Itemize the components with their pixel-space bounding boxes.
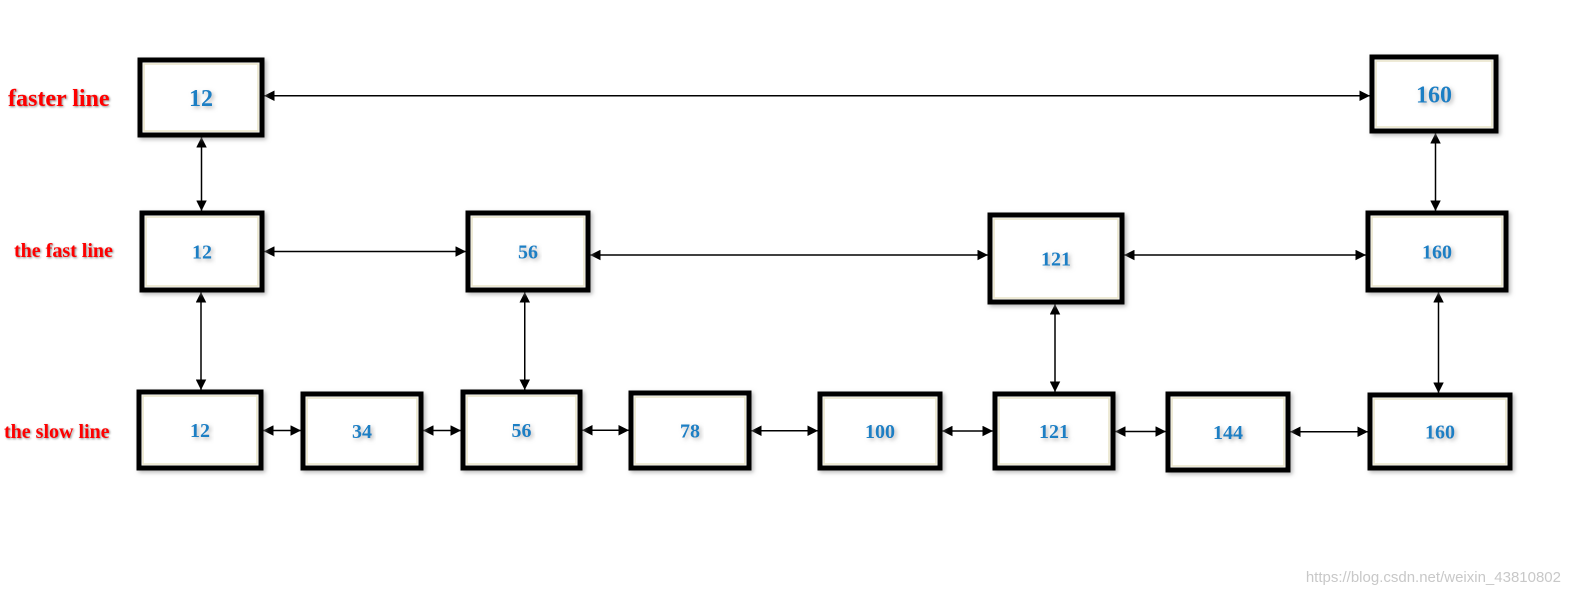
watermark: https://blog.csdn.net/weixin_43810802 [1305, 569, 1561, 586]
node-value: 12 [192, 242, 212, 264]
node-12: 12 [136, 389, 264, 471]
node-100: 100 [817, 391, 943, 471]
node-34: 34 [300, 391, 424, 471]
node-value: 160 [1416, 82, 1452, 108]
node-121: 121 [987, 212, 1125, 305]
node-160: 160 [1365, 210, 1509, 293]
node-value: 12 [190, 420, 210, 442]
node-value: 121 [1039, 421, 1069, 443]
node-value: 100 [865, 421, 895, 443]
node-value: 144 [1213, 422, 1243, 444]
node-121: 121 [992, 391, 1116, 471]
node-value: 56 [512, 420, 532, 442]
node-12: 12 [137, 57, 265, 138]
node-160: 160 [1369, 54, 1499, 134]
node-value: 160 [1422, 242, 1452, 264]
node-value: 34 [352, 421, 372, 443]
node-value: 121 [1041, 249, 1071, 271]
node-144: 144 [1165, 391, 1291, 473]
node-78: 78 [628, 390, 752, 471]
node-value: 56 [518, 242, 538, 264]
node-value: 12 [189, 86, 213, 112]
node-160: 160 [1367, 392, 1513, 471]
node-56: 56 [465, 210, 591, 293]
skip-list-diagram: 12 160 12 56 121 160 12 34 56 78 100 121 144 160 [136, 54, 1513, 473]
node-12: 12 [139, 210, 265, 293]
node-56: 56 [460, 389, 583, 471]
node-value: 78 [680, 421, 700, 443]
node-value: 160 [1425, 422, 1455, 444]
